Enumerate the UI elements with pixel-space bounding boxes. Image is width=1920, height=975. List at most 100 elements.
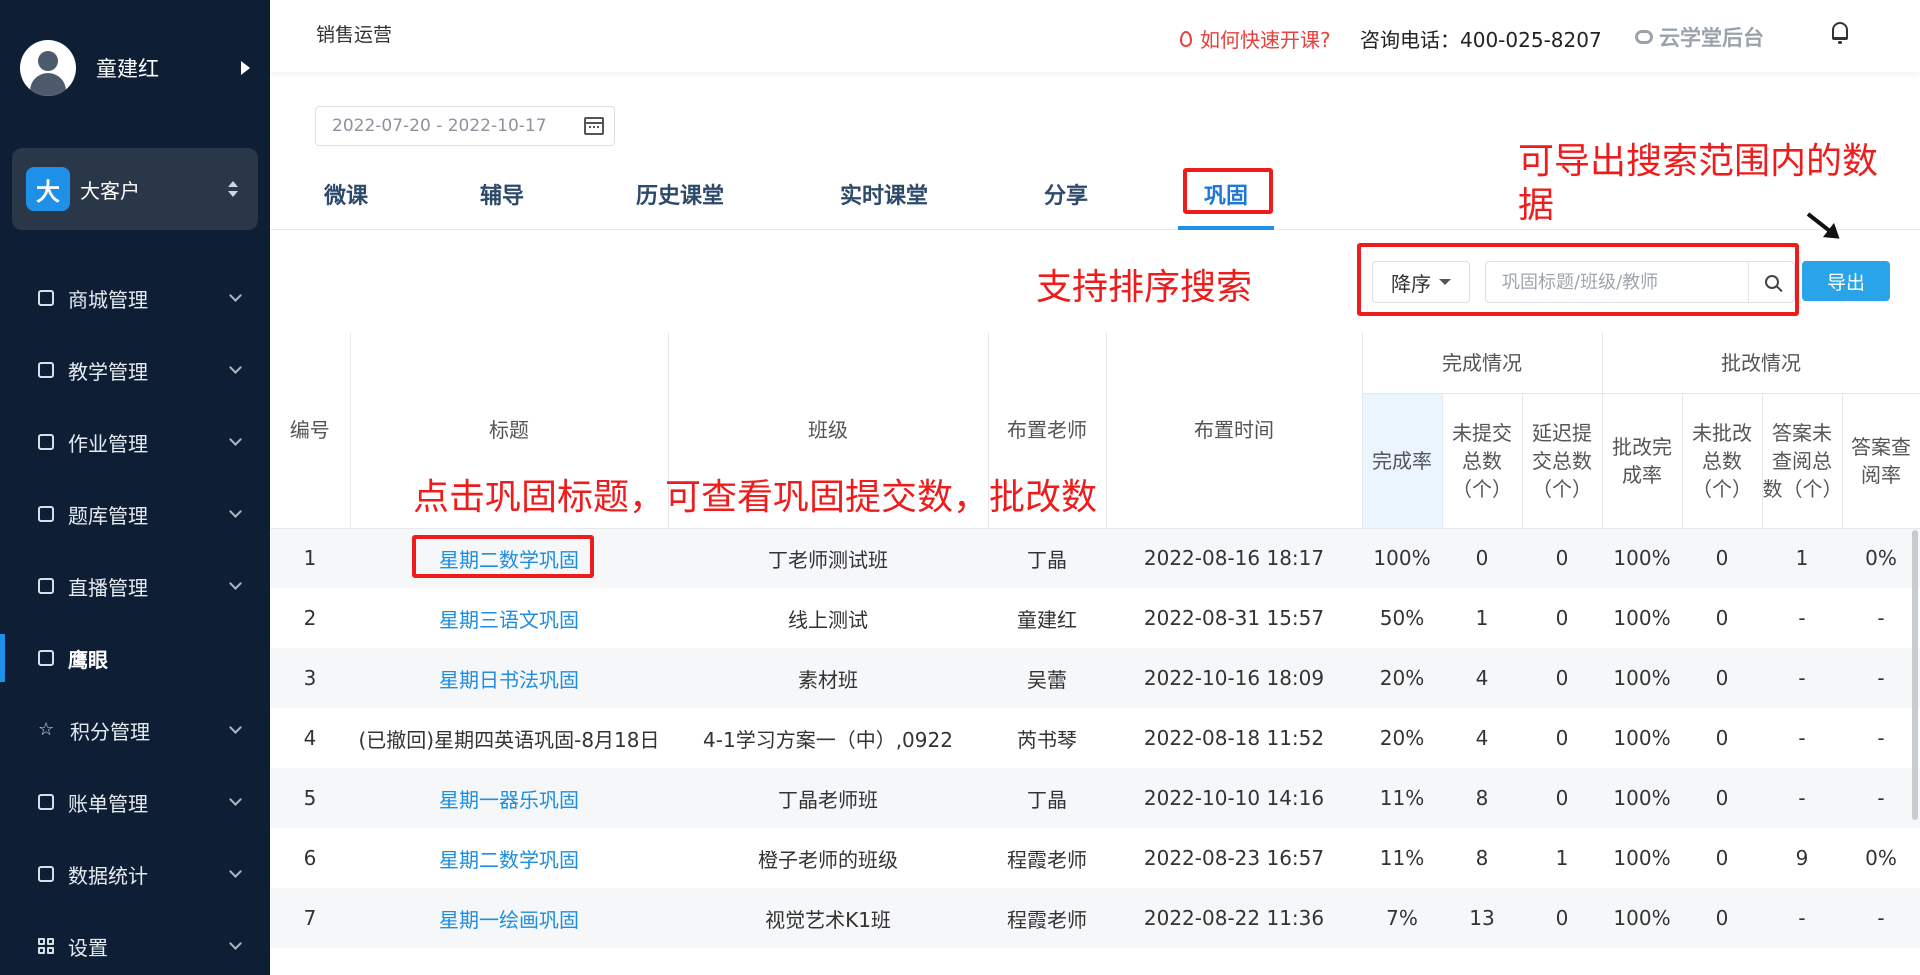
- sidebar-item-3[interactable]: 题库管理: [0, 478, 270, 550]
- consolidation-title-link[interactable]: 星期二数学巩固: [350, 828, 668, 888]
- cell-teacher: 童建红: [1017, 607, 1077, 632]
- chevron-down-icon: [229, 576, 242, 590]
- consolidation-title-link[interactable]: 星期日书法巩固: [350, 648, 668, 708]
- table-row: 5 星期一器乐巩固 丁晶老师班 丁晶 2022-10-10 14:16 11% 8 0 100%…: [270, 768, 1920, 828]
- header-unsubmitted: 未提交总数（个）: [1442, 393, 1523, 529]
- sidebar-item-8[interactable]: 数据统计: [0, 838, 270, 910]
- cell-unread: -: [1798, 726, 1806, 750]
- tab-micro-lesson[interactable]: 微课: [324, 170, 368, 230]
- sidebar-item-label: 商城管理: [68, 287, 148, 312]
- chevron-down-icon: [229, 720, 242, 734]
- sidebar-item-5[interactable]: 鹰眼: [0, 622, 270, 694]
- tab-share[interactable]: 分享: [1044, 170, 1088, 230]
- org-badge: 大: [26, 167, 70, 211]
- sort-updown-icon: [228, 181, 238, 197]
- refresh-icon: [1635, 30, 1653, 44]
- table-row: 6 星期二数学巩固 橙子老师的班级 程霞老师 2022-08-23 16:57 11% 8 1…: [270, 828, 1920, 888]
- cell-late: 0: [1522, 528, 1602, 588]
- caret-right-icon: [241, 61, 250, 75]
- cell-late: 0: [1555, 726, 1569, 750]
- data-table: 编号 标题 班级 布置老师 布置时间 完成情况 批改情况 完成率 未提交总数（个…: [270, 333, 1920, 975]
- sidebar-item-4[interactable]: 直播管理: [0, 550, 270, 622]
- sidebar-item-0[interactable]: 商城管理: [0, 262, 270, 334]
- cell-teacher: 程霞老师: [988, 888, 1106, 948]
- sidebar-item-9[interactable]: 设置: [0, 910, 270, 975]
- title-highlight-box: [412, 535, 594, 578]
- date-range-picker[interactable]: 2022-07-20 - 2022-10-17: [315, 106, 615, 146]
- chevron-down-icon: [229, 504, 242, 518]
- chevron-down-icon: [229, 864, 242, 878]
- header-unread: 答案未查阅总数（个）: [1762, 393, 1843, 529]
- cell-unsubmitted: 1: [1475, 606, 1489, 630]
- sidebar-item-6[interactable]: ☆ 积分管理: [0, 694, 270, 766]
- cell-ungraded: 0: [1682, 648, 1762, 708]
- sidebar-item-label: 教学管理: [68, 359, 148, 384]
- sidebar-item-1[interactable]: 教学管理: [0, 334, 270, 406]
- tab-tutoring[interactable]: 辅导: [480, 170, 524, 230]
- tab-history-class[interactable]: 历史课堂: [636, 170, 724, 230]
- cell-read-rate: -: [1842, 888, 1920, 948]
- user-profile[interactable]: 童建红: [20, 40, 250, 96]
- cell-ungraded: 0: [1682, 768, 1762, 828]
- cell-id: 5: [270, 768, 350, 828]
- sidebar: 童建红 大 大客户 商城管理教学管理作业管理题库管理直播管理鹰眼 ☆ 积分管理账单管…: [0, 0, 270, 975]
- grid-icon: [38, 938, 54, 954]
- export-annotation: 可导出搜索范围内的数据: [1518, 141, 1879, 226]
- cell-teacher: 程霞老师: [1007, 847, 1087, 872]
- org-switcher[interactable]: 大 大客户: [12, 148, 258, 230]
- cell-teacher: 丁晶: [988, 768, 1106, 828]
- chevron-down-icon: [229, 792, 242, 806]
- cell-unread: -: [1762, 888, 1842, 948]
- header-read-rate: 答案查阅率: [1842, 393, 1920, 529]
- header-grading-group: 批改情况: [1602, 333, 1920, 394]
- header-completion-rate: 完成率: [1362, 393, 1443, 529]
- cell-read-rate: -: [1877, 606, 1885, 630]
- consolidation-title-link[interactable]: 星期一绘画巩固: [350, 888, 668, 948]
- document-icon: [38, 434, 54, 450]
- cell-late: 1: [1555, 846, 1569, 870]
- bell-icon[interactable]: [1832, 22, 1848, 44]
- title-annotation: 点击巩固标题，可查看巩固提交数，批改数: [413, 477, 1098, 518]
- cell-id: 4: [303, 726, 317, 750]
- cell-graded-rate: 100%: [1602, 528, 1682, 588]
- star-icon: ☆: [38, 719, 55, 740]
- cell-late: 0: [1522, 768, 1602, 828]
- consolidation-title-link[interactable]: 星期三语文巩固: [350, 588, 668, 648]
- cell-read-rate: -: [1877, 726, 1885, 750]
- help-link[interactable]: 如何快速开课?: [1180, 24, 1331, 53]
- sidebar-item-label: 鹰眼: [68, 647, 108, 672]
- cell-unsubmitted: 0: [1442, 528, 1522, 588]
- header-id: 编号: [270, 333, 351, 529]
- cell-completion-rate: 20%: [1362, 648, 1442, 708]
- cell-graded-rate: 100%: [1613, 606, 1671, 630]
- cell-unread: -: [1798, 606, 1806, 630]
- chevron-down-icon: [229, 360, 242, 374]
- brand-logo[interactable]: 云学堂后台: [1635, 22, 1764, 52]
- sidebar-item-label: 积分管理: [70, 719, 150, 744]
- top-header: 销售运营 如何快速开课? 咨询电话：400-025-8207 云学堂后台: [270, 0, 1920, 72]
- cell-id: 7: [270, 888, 350, 948]
- cell-class: 视觉艺术K1班: [668, 888, 988, 948]
- search-highlight-box: [1357, 243, 1799, 316]
- cell-class: 丁老师测试班: [668, 528, 988, 588]
- consolidation-title-link[interactable]: 星期一器乐巩固: [350, 768, 668, 828]
- cell-graded-rate: 100%: [1602, 888, 1682, 948]
- tab-live-class[interactable]: 实时课堂: [840, 170, 928, 230]
- vertical-scrollbar[interactable]: [1912, 530, 1918, 820]
- cell-completion-rate: 20%: [1379, 726, 1425, 750]
- calendar-icon: [584, 117, 604, 135]
- cell-unsubmitted: 8: [1442, 768, 1522, 828]
- sidebar-item-7[interactable]: 账单管理: [0, 766, 270, 838]
- sidebar-item-label: 作业管理: [68, 431, 148, 456]
- header-completion-group: 完成情况: [1362, 333, 1603, 394]
- sidebar-item-2[interactable]: 作业管理: [0, 406, 270, 478]
- store-icon: [38, 290, 54, 306]
- user-name: 童建红: [96, 57, 159, 81]
- cell-read-rate: 0%: [1842, 528, 1920, 588]
- eye-icon: [38, 650, 54, 666]
- breadcrumb: 销售运营: [316, 24, 393, 46]
- cell-time: 2022-08-31 15:57: [1143, 606, 1325, 630]
- date-range-value: 2022-07-20 - 2022-10-17: [332, 116, 547, 136]
- sidebar-item-label: 题库管理: [68, 503, 148, 528]
- export-button[interactable]: 导出: [1802, 261, 1890, 301]
